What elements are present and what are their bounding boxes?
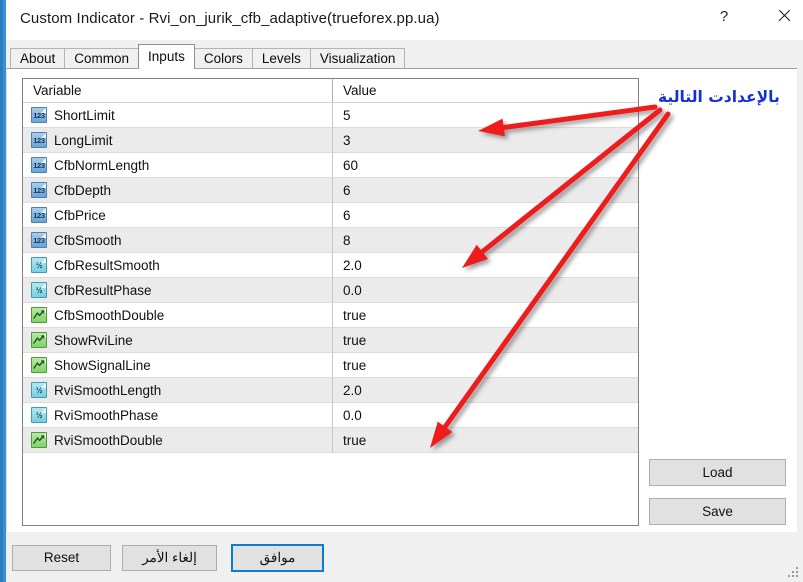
cell-value[interactable]: 6	[333, 203, 638, 227]
cell-value[interactable]: 3	[333, 128, 638, 152]
ok-button[interactable]: موافق	[231, 544, 324, 572]
line-chart-icon	[31, 307, 47, 323]
variable-name: CfbResultSmooth	[54, 257, 160, 273]
grid-body: 123 ShortLimit 5 123 LongLimit 3 123 CfbNormLen…	[23, 103, 638, 453]
title-bar: Custom Indicator - Rvi_on_jurik_cfb_adap…	[6, 0, 803, 40]
grid-header-row: Variable Value	[23, 79, 638, 103]
line-chart-icon	[31, 357, 47, 373]
tab-common[interactable]: Common	[64, 48, 140, 69]
cell-variable: ½ RviSmoothPhase	[23, 403, 333, 428]
variable-name: CfbPrice	[54, 207, 106, 223]
tab-visualization[interactable]: Visualization	[309, 48, 406, 69]
cancel-button[interactable]: إلغاء الأمر	[122, 545, 217, 571]
double-half-icon: ½	[31, 382, 47, 398]
variable-name: CfbResultPhase	[54, 282, 152, 298]
help-button[interactable]: ?	[701, 0, 747, 32]
cell-value[interactable]: 0.0	[333, 403, 638, 427]
table-row[interactable]: RviSmoothDouble true	[23, 428, 638, 453]
cell-variable: RviSmoothDouble	[23, 428, 333, 453]
tab-inputs[interactable]: Inputs	[138, 44, 195, 69]
table-row[interactable]: 123 LongLimit 3	[23, 128, 638, 153]
integer-123-icon: 123	[31, 182, 47, 198]
custom-indicator-dialog: Custom Indicator - Rvi_on_jurik_cfb_adap…	[0, 0, 803, 582]
cell-value[interactable]: 5	[333, 103, 638, 127]
cell-variable: ½ RviSmoothLength	[23, 378, 333, 403]
cell-value[interactable]: 6	[333, 178, 638, 202]
window-title: Custom Indicator - Rvi_on_jurik_cfb_adap…	[20, 10, 440, 27]
variable-name: CfbSmoothDouble	[54, 307, 165, 323]
cell-variable: ShowSignalLine	[23, 353, 333, 378]
line-chart-icon	[31, 432, 47, 448]
table-row[interactable]: ShowSignalLine true	[23, 353, 638, 378]
cell-variable: 123 ShortLimit	[23, 103, 333, 128]
variable-name: RviSmoothPhase	[54, 407, 159, 423]
integer-123-icon: 123	[31, 132, 47, 148]
reset-button[interactable]: Reset	[12, 545, 111, 571]
cell-variable: ½ CfbResultPhase	[23, 278, 333, 303]
cell-variable: ½ CfbResultSmooth	[23, 253, 333, 278]
cell-value[interactable]: true	[333, 328, 638, 352]
cell-variable: 123 CfbNormLength	[23, 153, 333, 178]
table-row[interactable]: CfbSmoothDouble true	[23, 303, 638, 328]
close-icon	[777, 9, 791, 23]
double-half-icon: ½	[31, 407, 47, 423]
variable-name: ShowRviLine	[54, 332, 133, 348]
window-left-accent-inner	[0, 0, 3, 582]
table-row[interactable]: 123 CfbPrice 6	[23, 203, 638, 228]
close-button[interactable]	[761, 0, 803, 32]
integer-123-icon: 123	[31, 207, 47, 223]
variable-name: CfbNormLength	[54, 157, 150, 173]
integer-123-icon: 123	[31, 157, 47, 173]
inputs-grid: Variable Value 123 ShortLimit 5 123 LongLimi…	[22, 78, 639, 526]
tab-strip: About Common Inputs Colors Levels Visualizati…	[10, 44, 406, 69]
cell-value[interactable]: 8	[333, 228, 638, 252]
cell-variable: ShowRviLine	[23, 328, 333, 353]
table-row[interactable]: ½ CfbResultPhase 0.0	[23, 278, 638, 303]
variable-name: LongLimit	[54, 132, 113, 148]
cell-value[interactable]: 2.0	[333, 253, 638, 277]
table-row[interactable]: ½ CfbResultSmooth 2.0	[23, 253, 638, 278]
load-button[interactable]: Load	[649, 459, 786, 486]
cell-value[interactable]: 2.0	[333, 378, 638, 402]
resize-grip-icon[interactable]	[788, 567, 800, 579]
variable-name: RviSmoothLength	[54, 382, 162, 398]
variable-name: RviSmoothDouble	[54, 432, 163, 448]
cell-value[interactable]: true	[333, 303, 638, 327]
column-header-variable: Variable	[33, 83, 82, 98]
cell-variable: 123 CfbSmooth	[23, 228, 333, 253]
line-chart-icon	[31, 332, 47, 348]
tab-colors[interactable]: Colors	[193, 48, 253, 69]
variable-name: CfbSmooth	[54, 232, 122, 248]
cell-variable: 123 CfbDepth	[23, 178, 333, 203]
cell-variable: CfbSmoothDouble	[23, 303, 333, 328]
save-button[interactable]: Save	[649, 498, 786, 525]
integer-123-icon: 123	[31, 107, 47, 123]
variable-name: ShortLimit	[54, 107, 115, 123]
table-row[interactable]: 123 ShortLimit 5	[23, 103, 638, 128]
double-half-icon: ½	[31, 282, 47, 298]
cell-value[interactable]: 60	[333, 153, 638, 177]
tab-about[interactable]: About	[10, 48, 66, 69]
cell-value[interactable]: true	[333, 428, 638, 452]
table-row[interactable]: ½ RviSmoothPhase 0.0	[23, 403, 638, 428]
double-half-icon: ½	[31, 257, 47, 273]
table-row[interactable]: ShowRviLine true	[23, 328, 638, 353]
cell-value[interactable]: 0.0	[333, 278, 638, 302]
question-mark-icon: ?	[719, 7, 729, 25]
variable-name: ShowSignalLine	[54, 357, 151, 373]
cell-variable: 123 LongLimit	[23, 128, 333, 153]
tab-levels[interactable]: Levels	[251, 48, 311, 69]
table-row[interactable]: 123 CfbNormLength 60	[23, 153, 638, 178]
table-row[interactable]: 123 CfbSmooth 8	[23, 228, 638, 253]
cell-variable: 123 CfbPrice	[23, 203, 333, 228]
column-header-value: Value	[343, 83, 377, 98]
cell-value[interactable]: true	[333, 353, 638, 377]
table-row[interactable]: ½ RviSmoothLength 2.0	[23, 378, 638, 403]
integer-123-icon: 123	[31, 232, 47, 248]
table-row[interactable]: 123 CfbDepth 6	[23, 178, 638, 203]
variable-name: CfbDepth	[54, 182, 112, 198]
